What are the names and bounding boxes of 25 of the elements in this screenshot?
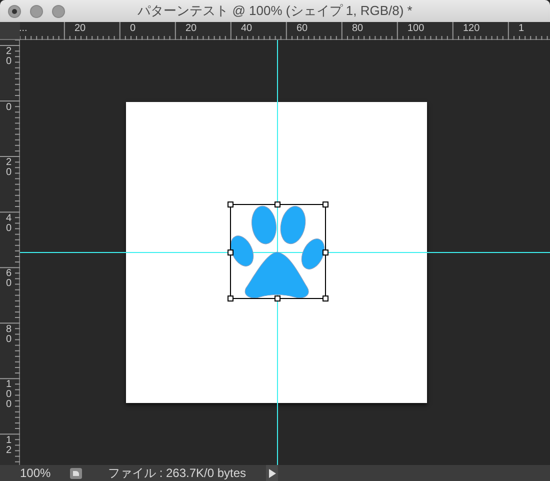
ruler-label: 60 [6, 269, 13, 289]
ruler-label: 12 [6, 436, 13, 456]
ruler-label: 20 [6, 158, 13, 178]
ruler-label: 100 [6, 380, 13, 410]
ruler-label: 20 [6, 47, 13, 67]
ruler-label: 60 [296, 23, 308, 35]
ruler-label: 40 [241, 23, 252, 35]
minimize-button[interactable] [30, 4, 43, 18]
ruler-label: 20 [186, 23, 197, 35]
zoom-button[interactable] [52, 4, 65, 18]
zoom-level: 100% [19, 465, 50, 481]
document-info: ファイル : 263.7K/0 bytes [108, 465, 248, 481]
ruler-label: 20 [74, 23, 86, 35]
close-button[interactable] [8, 4, 21, 18]
ruler-label: 0 [130, 23, 136, 35]
ruler-label: 100 [408, 23, 424, 35]
ruler-label: 80 [6, 324, 13, 344]
ruler-label: 40 [6, 214, 13, 234]
preview-icon[interactable] [70, 468, 82, 478]
window-title: パターンテスト @ 100% (シェイプ 1, RGB/8) * [138, 2, 412, 20]
ruler-label: ... [19, 23, 28, 35]
ruler-label: 80 [352, 23, 364, 35]
ruler-label: 0 [6, 102, 13, 112]
ruler-label: 120 [463, 23, 480, 35]
ruler-label: 1 [518, 23, 524, 35]
